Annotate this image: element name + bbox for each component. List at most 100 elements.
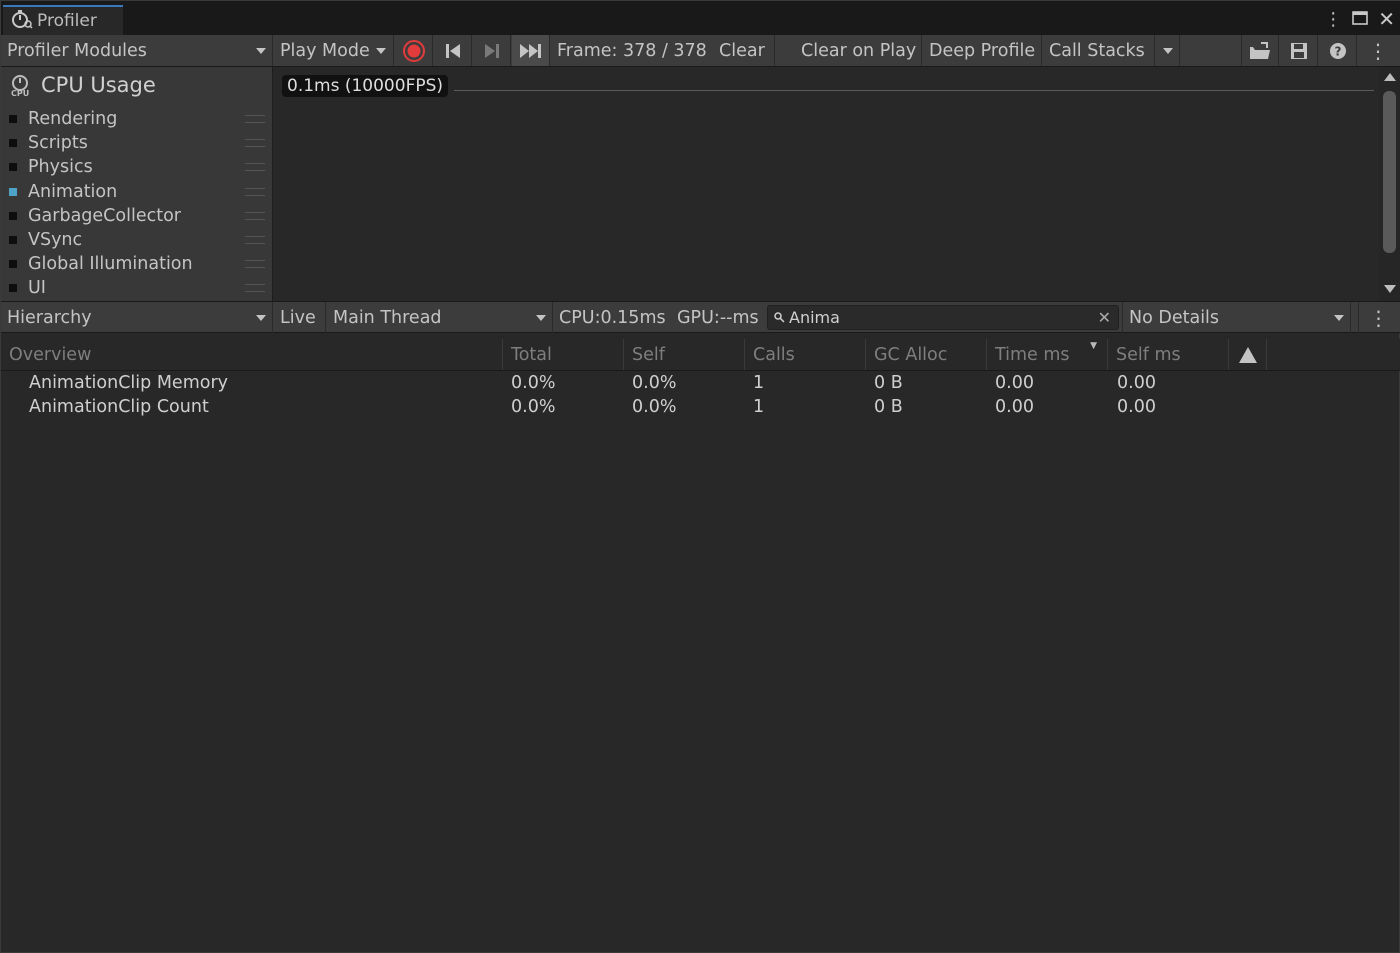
scrollbar-thumb[interactable]	[1383, 91, 1396, 253]
chart-scrollbar[interactable]	[1379, 67, 1400, 301]
sort-arrow-icon: ▼	[1090, 341, 1097, 351]
save-button[interactable]	[1280, 35, 1318, 66]
drag-handle-icon[interactable]	[245, 236, 265, 244]
hierarchy-view-dropdown[interactable]: Hierarchy	[1, 302, 273, 333]
toolbar-menu-icon[interactable]: ⋮	[1358, 35, 1398, 66]
module-color-swatch[interactable]	[9, 187, 17, 196]
drag-handle-icon[interactable]	[245, 284, 265, 293]
gpu-time-label: GPU:--ms	[677, 307, 759, 328]
module-color-swatch[interactable]	[9, 163, 17, 172]
module-item[interactable]: Physics	[9, 155, 269, 179]
help-icon: ?	[1329, 42, 1346, 59]
search-input[interactable]: Anima	[789, 308, 1098, 327]
last-frame-icon	[519, 43, 541, 58]
profiler-modules-label: Profiler Modules	[7, 40, 147, 61]
table-cell: 0.00	[995, 397, 1034, 417]
details-toolbar: Hierarchy Live Main Thread CPU:0.15ms GP…	[1, 301, 1400, 333]
module-item[interactable]: VSync	[9, 228, 269, 252]
call-stacks-dropdown[interactable]	[1156, 35, 1180, 66]
chevron-down-icon	[256, 47, 266, 54]
search-field[interactable]: Anima ✕	[767, 305, 1119, 330]
column-time-ms[interactable]: Time ms ▼	[987, 339, 1108, 370]
module-item[interactable]: Global Illumination	[9, 252, 269, 276]
module-color-swatch[interactable]	[9, 260, 17, 269]
current-frame-button[interactable]	[512, 35, 550, 66]
profiler-toolbar: Profiler Modules Play Mode Frame: 378 / …	[1, 35, 1400, 67]
module-color-swatch[interactable]	[9, 284, 17, 293]
live-toggle[interactable]: Live	[274, 302, 326, 333]
table-cell: 0 B	[874, 373, 903, 393]
previous-frame-button[interactable]	[434, 35, 472, 66]
thread-dropdown[interactable]: Main Thread	[327, 302, 553, 333]
load-folder-icon	[1250, 41, 1270, 59]
module-color-swatch[interactable]	[9, 115, 17, 123]
module-item[interactable]: GarbageCollector	[9, 204, 269, 228]
maximize-icon[interactable]	[1352, 9, 1369, 30]
play-mode-dropdown[interactable]: Play Mode	[274, 35, 394, 66]
module-label: VSync	[28, 230, 83, 250]
column-gc-alloc[interactable]: GC Alloc	[866, 339, 987, 370]
drag-handle-icon[interactable]	[245, 163, 265, 172]
call-stacks-toggle[interactable]: Call Stacks	[1043, 35, 1155, 66]
module-label: Global Illumination	[28, 254, 193, 275]
play-mode-label: Play Mode	[280, 40, 370, 61]
record-icon	[402, 39, 425, 62]
column-self[interactable]: Self	[624, 339, 745, 370]
table-cell: 0 B	[874, 397, 903, 417]
frame-counter: Frame: 378 / 378	[557, 40, 707, 61]
module-color-swatch[interactable]	[9, 211, 17, 220]
clear-search-icon[interactable]: ✕	[1098, 308, 1111, 327]
title-bar: Profiler ⋮ ✕	[1, 1, 1400, 35]
cpu-usage-chart[interactable]: 0.1ms (10000FPS)	[274, 67, 1379, 301]
module-item[interactable]: Scripts	[9, 131, 269, 155]
scroll-up-icon[interactable]	[1384, 73, 1396, 81]
help-button[interactable]: ?	[1319, 35, 1357, 66]
record-button[interactable]	[395, 35, 433, 66]
table-cell: 0.0%	[632, 397, 677, 417]
drag-handle-icon[interactable]	[245, 260, 265, 269]
table-cell: AnimationClip Memory	[29, 373, 229, 393]
table-cell: 0.0%	[632, 373, 677, 393]
column-total[interactable]: Total	[503, 339, 624, 370]
drag-handle-icon[interactable]	[245, 139, 265, 148]
drag-handle-icon[interactable]	[245, 187, 265, 196]
chevron-down-icon	[375, 47, 386, 54]
drag-handle-icon[interactable]	[245, 115, 265, 123]
table-cell: 1	[753, 373, 765, 393]
column-warning[interactable]	[1229, 339, 1267, 370]
close-icon[interactable]: ✕	[1378, 7, 1395, 31]
scroll-down-icon[interactable]	[1384, 285, 1396, 293]
column-self-ms[interactable]: Self ms	[1108, 339, 1229, 370]
next-frame-button[interactable]	[473, 35, 511, 66]
details-dropdown[interactable]: No Details	[1122, 302, 1351, 333]
column-calls[interactable]: Calls	[745, 339, 866, 370]
drag-handle-icon[interactable]	[245, 211, 265, 220]
module-item[interactable]: Animation	[9, 180, 269, 204]
column-overview[interactable]: Overview	[1, 339, 503, 370]
fps-label: 0.1ms (10000FPS)	[282, 75, 449, 97]
chevron-down-icon	[536, 314, 546, 321]
profiler-window: Profiler ⋮ ✕ Profiler Modules Play Mode	[0, 0, 1400, 953]
profiler-tab[interactable]: Profiler	[3, 5, 123, 35]
clear-on-play-toggle[interactable]: Clear on Play	[795, 35, 922, 66]
table-row[interactable]: AnimationClip Count 0.0% 0.0% 1 0 B 0.00 0.00	[1, 395, 1400, 419]
cpu-usage-module[interactable]: CPU CPU Usage	[9, 73, 156, 97]
details-menu-icon[interactable]: ⋮	[1358, 302, 1398, 333]
load-button[interactable]	[1241, 35, 1279, 66]
table-cell: AnimationClip Count	[29, 397, 209, 417]
module-item[interactable]: UI	[9, 276, 269, 300]
cpu-icon: CPU	[11, 75, 29, 97]
clear-button[interactable]: Clear	[713, 35, 775, 66]
svg-text:?: ?	[1334, 44, 1341, 58]
module-label: Physics	[28, 157, 93, 178]
module-color-swatch[interactable]	[9, 139, 17, 148]
table-cell: 0.0%	[511, 397, 556, 417]
menu-dots-icon[interactable]: ⋮	[1324, 9, 1342, 30]
details-mode-label: No Details	[1129, 307, 1220, 328]
module-item[interactable]: Rendering	[9, 107, 269, 131]
module-color-swatch[interactable]	[9, 236, 17, 244]
profiler-modules-dropdown[interactable]: Profiler Modules	[1, 35, 273, 66]
module-label: UI	[28, 278, 46, 299]
deep-profile-toggle[interactable]: Deep Profile	[923, 35, 1042, 66]
table-row[interactable]: AnimationClip Memory 0.0% 0.0% 1 0 B 0.00 0.00	[1, 371, 1400, 395]
